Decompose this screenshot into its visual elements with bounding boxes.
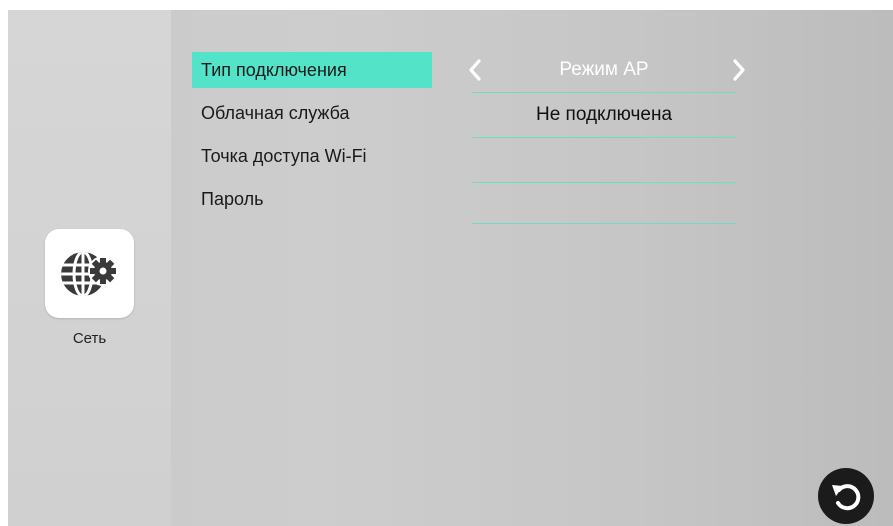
cloud-service-value: Не подключена — [535, 104, 673, 125]
password-value — [472, 183, 736, 227]
password-field[interactable] — [472, 183, 736, 224]
network-settings-icon — [60, 251, 118, 296]
sidebar: Сеть — [8, 10, 171, 526]
back-button[interactable] — [818, 468, 874, 524]
menu-item-password[interactable]: Пароль — [192, 181, 432, 217]
network-app-label: Сеть — [72, 330, 107, 347]
settings-screen: Сеть Тип подключения Облачная служба Точ… — [8, 10, 893, 526]
connection-type-value: Режим AP — [559, 59, 649, 80]
connection-type-selector[interactable]: Режим AP — [469, 48, 745, 93]
menu-item-cloud-service[interactable]: Облачная служба — [192, 95, 432, 131]
settings-menu: Тип подключения Облачная служба Точка до… — [192, 52, 432, 224]
menu-item-wifi-access-point[interactable]: Точка доступа Wi-Fi — [192, 138, 432, 174]
menu-item-connection-type[interactable]: Тип подключения — [192, 52, 432, 88]
back-icon — [832, 484, 861, 511]
cloud-service-field[interactable]: Не подключена — [472, 93, 736, 138]
settings-values: Режим AP Не подключена — [469, 48, 745, 224]
chevron-right-icon[interactable] — [724, 56, 752, 84]
wifi-access-point-value — [472, 138, 736, 182]
network-app-tile[interactable] — [45, 229, 134, 318]
wifi-access-point-field[interactable] — [472, 138, 736, 183]
